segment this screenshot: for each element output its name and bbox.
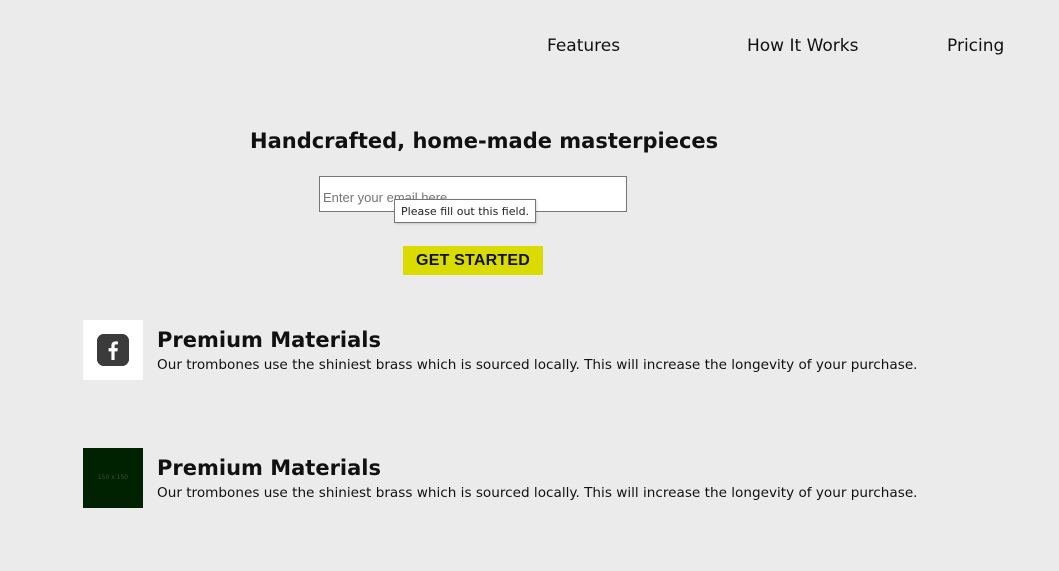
nav-link-features[interactable]: Features	[547, 36, 620, 56]
feature-title: Premium Materials	[157, 328, 381, 352]
feature-description: Our trombones use the shiniest brass whi…	[157, 485, 918, 501]
feature-description: Our trombones use the shiniest brass whi…	[157, 357, 918, 373]
placeholder-image: 150 x 150	[83, 448, 143, 508]
facebook-icon	[97, 334, 129, 366]
top-nav: Features How It Works Pricing	[0, 36, 1059, 60]
nav-link-how-it-works[interactable]: How It Works	[747, 36, 858, 56]
feature-item: 150 x 150 Premium Materials Our trombone…	[83, 448, 983, 508]
feature-item: Premium Materials Our trombones use the …	[83, 320, 983, 380]
get-started-button[interactable]: GET STARTED	[403, 246, 543, 275]
hero-title: Handcrafted, home-made masterpieces	[250, 129, 719, 153]
feature-title: Premium Materials	[157, 456, 381, 480]
nav-link-pricing[interactable]: Pricing	[947, 36, 1004, 56]
landing-page: Features How It Works Pricing Handcrafte…	[0, 0, 1059, 571]
validation-tooltip: Please fill out this field.	[394, 199, 537, 223]
placeholder-image-label: 150 x 150	[97, 474, 129, 481]
feature-icon-container	[83, 320, 143, 380]
